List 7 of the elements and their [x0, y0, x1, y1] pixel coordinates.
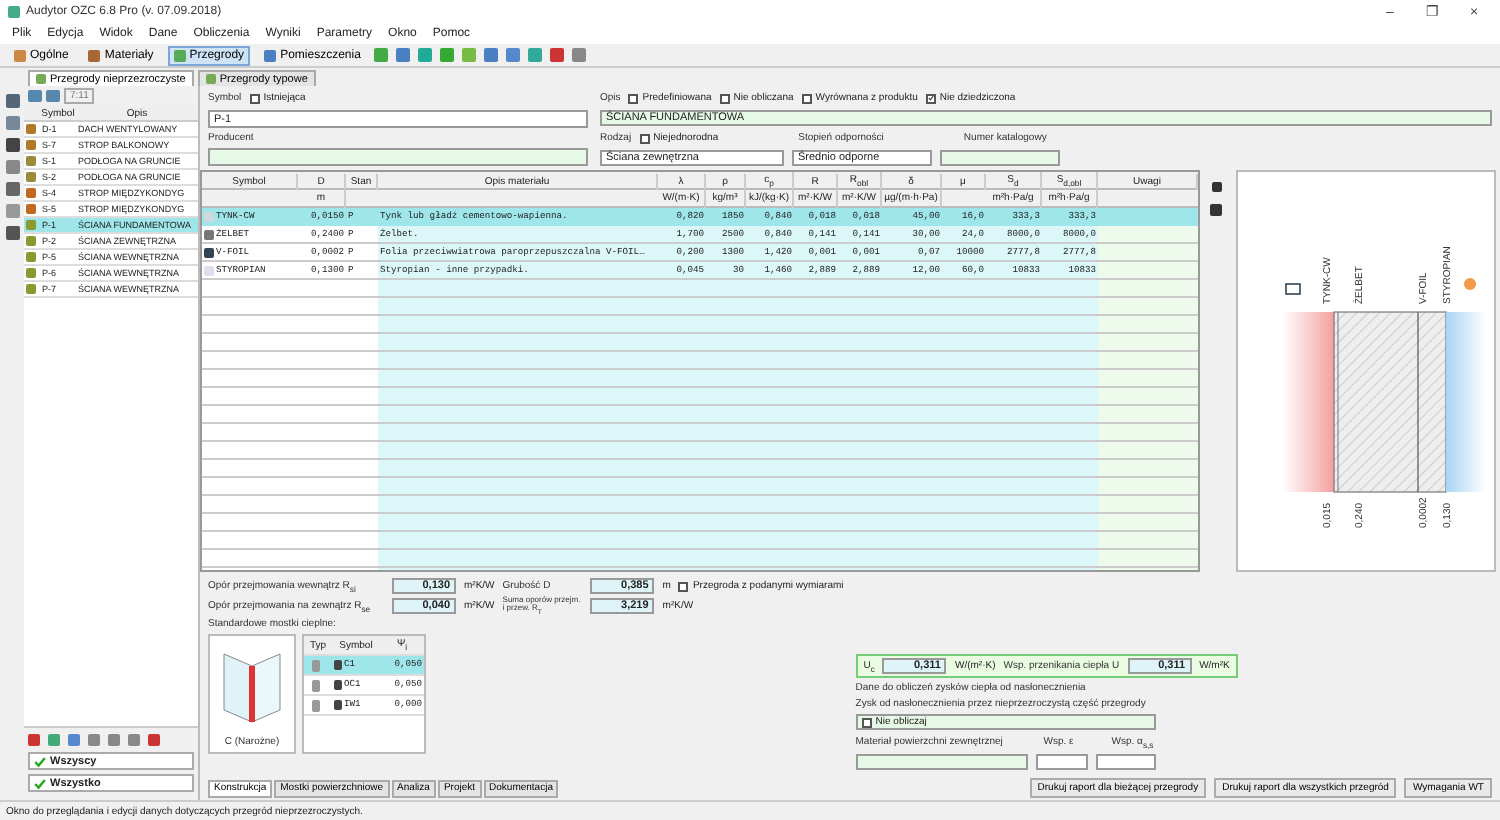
catalog-field[interactable]: [940, 150, 1060, 166]
check-icon: [927, 94, 934, 102]
producer-field[interactable]: [208, 148, 588, 166]
material-dropdown[interactable]: [855, 754, 1028, 771]
app-icon: [8, 6, 20, 18]
alpha-dropdown[interactable]: [1095, 754, 1156, 771]
epsilon-dropdown[interactable]: [1035, 754, 1088, 771]
